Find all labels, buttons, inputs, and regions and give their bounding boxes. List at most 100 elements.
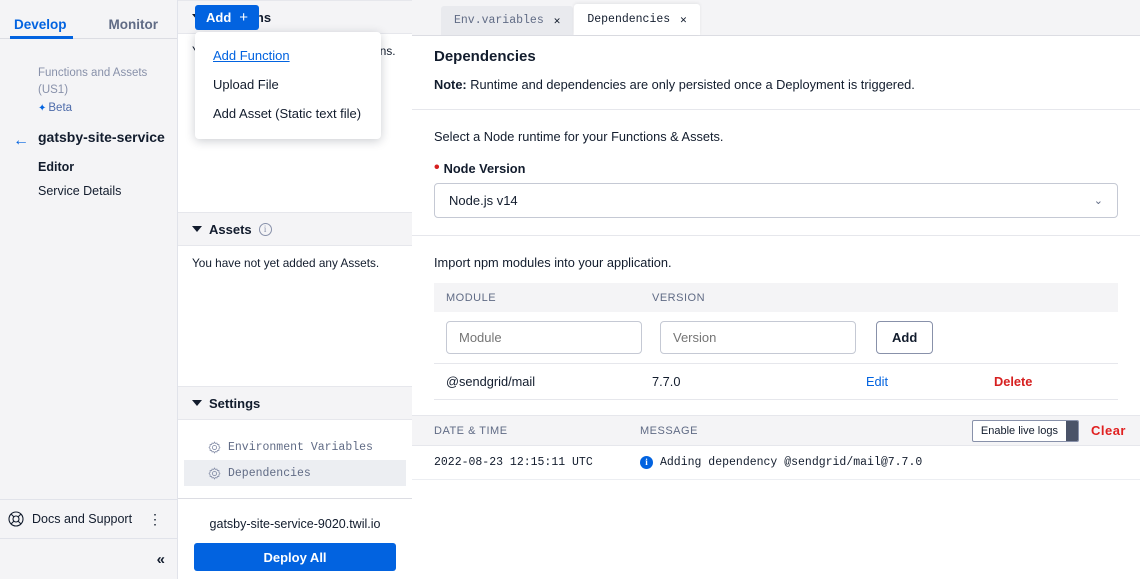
app-root: Develop Monitor Functions and Assets (US… [0,0,1140,579]
log-message-cell: i Adding dependency @sendgrid/mail@7.7.0 [640,456,922,469]
docs-and-support[interactable]: Docs and Support ⋮ [0,499,177,539]
delete-dependency-link[interactable]: Delete [994,374,1032,389]
settings-section-title: Settings [209,396,260,411]
menu-item-add-asset[interactable]: Add Asset (Static text file) [195,99,381,128]
close-icon[interactable]: ✕ [680,13,687,27]
npm-intro: Import npm modules into your application… [412,236,1140,283]
deploy-section: gatsby-site-service-9020.twil.io Deploy … [178,499,412,579]
info-icon: i [640,456,653,469]
menu-item-upload-file[interactable]: Upload File [195,70,381,99]
column-header-version: VERSION [652,292,866,304]
version-input[interactable] [660,321,856,354]
menu-item-add-asset-label: Add Asset (Static text file) [213,106,361,121]
log-message-text: Adding dependency @sendgrid/mail@7.7.0 [660,456,922,469]
enable-live-logs-label: Enable live logs [973,425,1066,437]
cell-version: 7.7.0 [652,374,866,389]
divider [434,399,1118,400]
page-title: gatsby-site-service [38,129,167,146]
log-timestamp: 2022-08-23 12:15:11 UTC [434,456,640,469]
node-version-label-row: • Node Version [412,144,1140,176]
add-module-button[interactable]: Add [876,321,933,354]
edit-dependency-link[interactable]: Edit [866,374,994,389]
tab-dependencies[interactable]: Dependencies ✕ [574,4,699,35]
assets-empty-text: You have not yet added any Assets. [178,246,412,280]
assets-section-header[interactable]: Assets i [178,212,412,246]
sidebar-item-dependencies-label: Dependencies [228,467,311,480]
back-arrow-icon[interactable]: ← [13,133,29,149]
sidebar-item-environment-variables-label: Environment Variables [228,441,373,454]
settings-list: Environment Variables Dependencies [178,420,412,486]
tab-monitor-label: Monitor [109,17,159,32]
column-header-message: MESSAGE [640,425,972,437]
beta-badge: ✦ Beta [38,100,167,117]
node-version-value: Node.js v14 [449,193,518,208]
tab-monitor[interactable]: Monitor [109,18,159,39]
service-header: ← gatsby-site-service [0,117,177,146]
node-version-select-wrap: Node.js v14 ⌄ [412,176,1140,218]
add-button[interactable]: Add + [195,5,259,30]
settings-section-header[interactable]: Settings [178,386,412,420]
modules-table-header: MODULE VERSION [434,283,1118,312]
gear-icon [208,441,221,454]
add-menu-dropdown: Add Function Upload File Add Asset (Stat… [195,32,381,139]
sidebar-item-environment-variables[interactable]: Environment Variables [184,434,406,460]
sidebar-item-dependencies[interactable]: Dependencies [184,460,406,486]
content-note-label: Note: [434,77,467,92]
sidebar-item-service-details[interactable]: Service Details [0,174,177,198]
content-title: Dependencies [412,36,1140,65]
left-navigation: Develop Monitor Functions and Assets (US… [0,0,178,579]
assets-section-title: Assets [209,222,252,237]
logs-table-header: DATE & TIME MESSAGE Enable live logs Cle… [412,415,1140,446]
content-note: Note: Runtime and dependencies are only … [412,65,1140,92]
assets-section: Assets i You have not yet added any Asse… [178,212,412,386]
enable-live-logs-toggle[interactable]: Enable live logs [972,420,1079,442]
chevron-down-icon [192,400,202,406]
lifebuoy-icon [8,511,24,527]
log-entry: 2022-08-23 12:15:11 UTC i Adding depende… [412,446,1140,480]
tab-develop[interactable]: Develop [14,18,67,39]
deploy-all-button[interactable]: Deploy All [194,543,396,571]
sidebar-item-editor-label: Editor [38,160,74,174]
node-version-label: Node Version [444,161,526,176]
docs-and-support-label: Docs and Support [32,512,144,526]
tab-env-variables[interactable]: Env.variables ✕ [441,6,573,35]
chevron-down-icon: ⌄ [1094,194,1103,207]
content-note-text: Runtime and dependencies are only persis… [467,77,915,92]
tab-dependencies-label: Dependencies [587,13,670,26]
primary-tabs: Develop Monitor [0,0,177,39]
clear-logs-button[interactable]: Clear [1091,423,1126,438]
info-icon[interactable]: i [259,223,272,236]
more-options-icon[interactable]: ⋮ [144,512,167,526]
table-row: @sendgrid/mail 7.7.0 Edit Delete [434,363,1118,399]
product-region: (US1) [38,82,167,99]
collapse-left-icon[interactable]: « [157,551,165,568]
menu-item-add-function[interactable]: Add Function [195,41,381,70]
product-label: Functions and Assets (US1) ✦ Beta [0,39,177,117]
collapse-sidebar-row: « [0,539,177,579]
sidebar-item-service-details-label: Service Details [38,184,121,198]
module-input[interactable] [446,321,642,354]
beta-label: Beta [48,100,72,117]
editor-tab-strip: Env.variables ✕ Dependencies ✕ [412,0,1140,36]
dependencies-pane: Dependencies Note: Runtime and dependenc… [412,36,1140,579]
cell-module: @sendgrid/mail [434,374,652,389]
close-icon[interactable]: ✕ [554,14,561,28]
menu-item-upload-file-label: Upload File [213,77,279,92]
menu-item-add-function-label: Add Function [213,48,290,63]
chevron-down-icon [192,226,202,232]
node-version-select[interactable]: Node.js v14 ⌄ [434,183,1118,218]
sidebar-item-editor[interactable]: Editor [0,146,177,174]
product-name: Functions and Assets [38,65,167,82]
plus-icon: + [239,10,248,25]
tab-env-variables-label: Env.variables [454,14,544,27]
column-header-date-time: DATE & TIME [434,425,640,437]
settings-section: Settings Environment Variables Dependenc… [178,386,412,499]
add-module-row: Add [434,312,1118,363]
sparkle-icon: ✦ [38,104,46,114]
runtime-intro: Select a Node runtime for your Functions… [412,110,1140,144]
toggle-knob [1066,421,1078,441]
gear-icon [208,467,221,480]
service-domain: gatsby-site-service-9020.twil.io [194,517,396,531]
tab-develop-label: Develop [14,17,67,32]
column-header-module: MODULE [434,292,652,304]
